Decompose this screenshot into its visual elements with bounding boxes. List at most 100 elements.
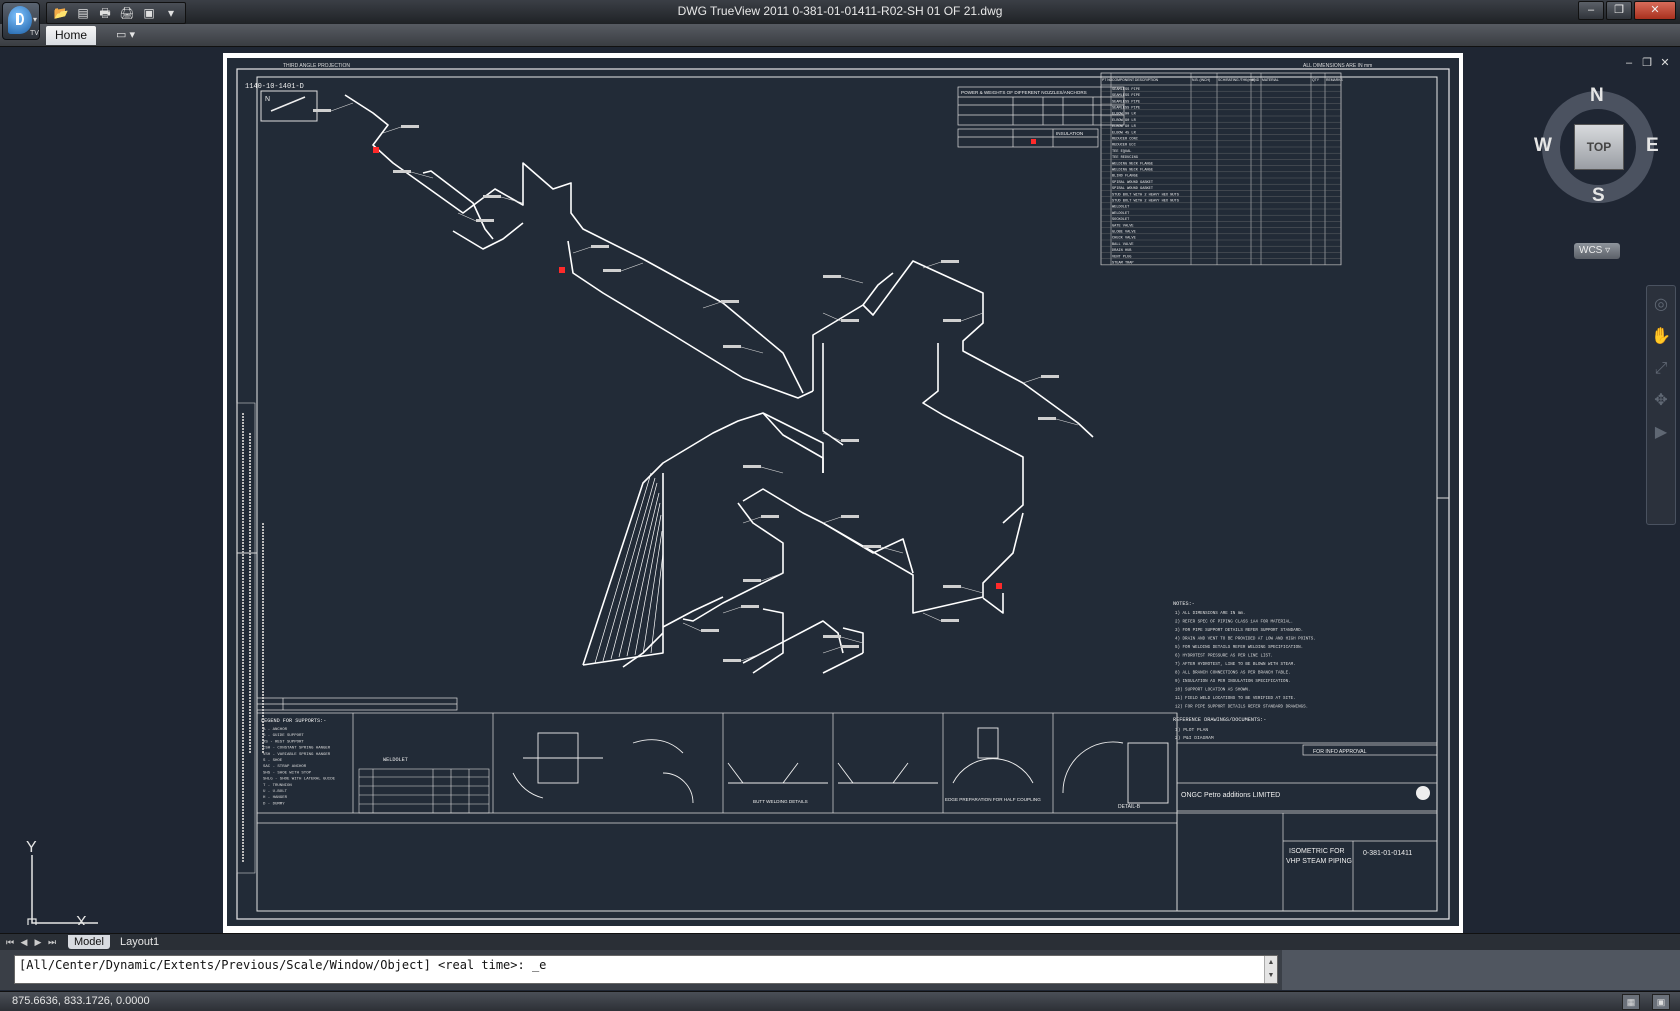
quick-access-toolbar: 📂 ▤ 🖶 🖨 ▣ ▾ [46, 2, 186, 24]
legend-item: T - TRUNNION [263, 784, 292, 788]
title-main: ISOMETRIC FOR [1289, 848, 1345, 855]
close-button[interactable]: ✕ [1634, 1, 1676, 20]
note-item: 2) REFER SPEC OF PIPING CLASS 1A4 FOR MA… [1175, 620, 1293, 625]
layout-tabs-bar: ⏮ ◀ ▶ ⏭ Model Layout1 [0, 933, 1680, 950]
ucs-icon: Y X [26, 839, 98, 925]
bom-row: WELDOLET [1112, 212, 1130, 216]
bom-column-header: REMARKS [1326, 78, 1344, 82]
qat-dropdown-icon[interactable]: ▾ [161, 5, 181, 21]
bom-title: POWER & WEIGHTS OF DIFFERENT NOZZLES/ANC… [961, 90, 1087, 95]
legend-title: LEGEND FOR SUPPORTS:- [261, 718, 326, 724]
bom-row: STUD BOLT WITH 2 HEAVY HEX NUTS [1112, 193, 1179, 197]
line-number: 1140-10-1401-D [245, 83, 304, 91]
preview-icon[interactable]: ▣ [139, 5, 159, 21]
window-controls: – ❐ ✕ [1576, 1, 1676, 20]
viewcube-top-face[interactable]: TOP [1574, 124, 1624, 170]
minimize-button[interactable]: – [1578, 1, 1604, 20]
next-tab-icon[interactable]: ▶ [32, 936, 44, 948]
window-title: DWG TrueView 2011 0-381-01-01411-R02-SH … [677, 4, 1003, 18]
bom-column-header: END [1252, 78, 1260, 82]
bom-row: SOCKOLET [1112, 218, 1130, 222]
ribbon-minimize-button[interactable]: ▭ ▾ [116, 28, 135, 41]
notes-title: NOTES:- [1173, 601, 1195, 607]
compass-west[interactable]: W [1534, 135, 1552, 157]
application-menu-button[interactable]: TV ▾ [2, 2, 40, 40]
restore-button[interactable]: ❐ [1606, 1, 1632, 20]
batch-plot-icon[interactable]: 🖨 [117, 5, 137, 21]
bom-row: ELBOW 45 LR [1112, 131, 1137, 135]
ref-title: REFERENCE DRAWINGS/DOCUMENTS:- [1173, 717, 1266, 723]
bom-row: VENT PLUG [1112, 255, 1131, 259]
compass-south[interactable]: S [1592, 185, 1605, 207]
note-item: 1) ALL DIMENSIONS ARE IN mm. [1175, 611, 1245, 616]
note-item: 8) ALL BRANCH CONNECTIONS AS PER BRANCH … [1175, 671, 1291, 676]
drawing-minimize-button[interactable]: – [1622, 57, 1636, 69]
drawing-restore-button[interactable]: ❐ [1640, 57, 1654, 69]
clean-screen-icon[interactable]: ▣ [1652, 994, 1670, 1010]
wcs-menu-button[interactable]: WCS ▿ [1574, 243, 1620, 259]
note-item: 10) SUPPORT LOCATION AS SHOWN. [1175, 688, 1250, 693]
bom-column-header: COMPONENT DESCRIPTION [1112, 78, 1159, 82]
compass-east[interactable]: E [1646, 135, 1659, 157]
app-logo-icon [8, 6, 32, 34]
legend-item: A - ANCHOR [263, 728, 288, 732]
ref-item-1: 1) PLOT PLAN [1175, 727, 1208, 733]
app-menu-arrow-icon: ▾ [33, 15, 38, 24]
command-line-scrollbar[interactable]: ▲ ▼ [1264, 956, 1277, 983]
title-bar: DWG TrueView 2011 0-381-01-01411-R02-SH … [0, 0, 1680, 24]
detail-b-label: DETAIL-B [1118, 804, 1141, 810]
legend-item: H - HANGER [263, 796, 288, 800]
zoom-icon[interactable]: ⤢ [1648, 356, 1674, 382]
title-sub: VHP STEAM PIPING [1286, 858, 1352, 865]
viewcube[interactable]: TOP N S E W [1534, 85, 1659, 207]
edge-prep-label: EDGE PREPARATION FOR HALF COUPLING [945, 797, 1041, 802]
drawing-window-controls: – ❐ ✕ [1618, 57, 1672, 69]
plot-icon[interactable]: 🖶 [95, 5, 115, 21]
note-item: 7) AFTER HYDROTEST, LINE TO BE BLOWN WIT… [1175, 662, 1296, 667]
command-line-area: [All/Center/Dynamic/Extents/Previous/Sca… [0, 950, 1680, 990]
last-tab-icon[interactable]: ⏭ [46, 936, 58, 948]
steering-wheel-icon[interactable]: ◎ [1648, 292, 1674, 318]
bom-row: REDUCER ECC [1112, 144, 1136, 148]
tab-layout1[interactable]: Layout1 [114, 935, 165, 949]
bom-row: SPIRAL WOUND GASKET [1112, 181, 1154, 185]
open-icon[interactable]: 📂 [51, 5, 71, 21]
dwg-convert-icon[interactable]: ▤ [73, 5, 93, 21]
drawing-sheet: THIRD ANGLE PROJECTION ALL DIMENSIONS AR… [223, 53, 1463, 933]
note-item: 5) FOR WELDING DETAILS REFER WELDING SPE… [1175, 645, 1303, 650]
weldolet-title: WELDOLET [383, 757, 408, 763]
note-item: 11) FIELD WELD LOCATIONS TO BE VERIFIED … [1175, 696, 1296, 701]
bom-row: DRAIN HUB [1112, 249, 1132, 253]
bom-row: BALL VALVE [1112, 243, 1134, 247]
insulation-title: INSULATION [1056, 131, 1083, 136]
company-name: ONGC Petro additions LIMITED [1181, 792, 1280, 799]
tab-model[interactable]: Model [68, 935, 110, 949]
prev-tab-icon[interactable]: ◀ [18, 936, 30, 948]
bom-row: GLOBE VALVE [1112, 231, 1136, 235]
toolbar-lock-icon[interactable]: ▦ [1622, 994, 1640, 1010]
bom-row: CHECK VALVE [1112, 237, 1136, 241]
navigation-bar: ◎ ✋ ⤢ ✥ ▶ [1646, 285, 1676, 525]
bom-column-header: SCH/RATING /THK(mm) [1218, 78, 1255, 82]
command-line-side-panel [1282, 950, 1680, 990]
tab-home[interactable]: Home [46, 26, 96, 45]
ref-item-2: 2) P&I DIAGRAM [1175, 735, 1214, 741]
bom-row: SPIRAL WOUND GASKET [1112, 187, 1154, 191]
orbit-icon[interactable]: ✥ [1648, 388, 1674, 414]
note-item: 9) INSULATION AS PER INSULATION SPECIFIC… [1175, 679, 1291, 684]
bom-row: SEAMLESS PIPE [1112, 107, 1140, 111]
showmotion-icon[interactable]: ▶ [1648, 420, 1674, 446]
coordinate-readout[interactable]: 875.6636, 833.1726, 0.0000 [12, 995, 150, 1007]
bom-row: STUD BOLT WITH 2 HEAVY HEX NUTS [1112, 200, 1179, 204]
note-item: 6) HYDROTEST PRESSURE AS PER LINE LIST. [1175, 654, 1273, 659]
bom-column-header: MATERIAL [1262, 78, 1279, 82]
drawing-close-button[interactable]: ✕ [1658, 57, 1672, 69]
drawing-canvas[interactable]: – ❐ ✕ THIRD ANGLE PROJECTION ALL DIMENSI… [0, 47, 1680, 934]
pan-icon[interactable]: ✋ [1648, 324, 1674, 350]
bom-row: TEE EQUAL [1112, 150, 1131, 154]
butt-welding-label: BUTT WELDING DETAILS [753, 799, 808, 804]
command-line[interactable]: [All/Center/Dynamic/Extents/Previous/Sca… [14, 955, 1278, 984]
compass-north[interactable]: N [1590, 85, 1604, 107]
bom-row: SEAMLESS PIPE [1112, 88, 1140, 92]
first-tab-icon[interactable]: ⏮ [4, 936, 16, 948]
